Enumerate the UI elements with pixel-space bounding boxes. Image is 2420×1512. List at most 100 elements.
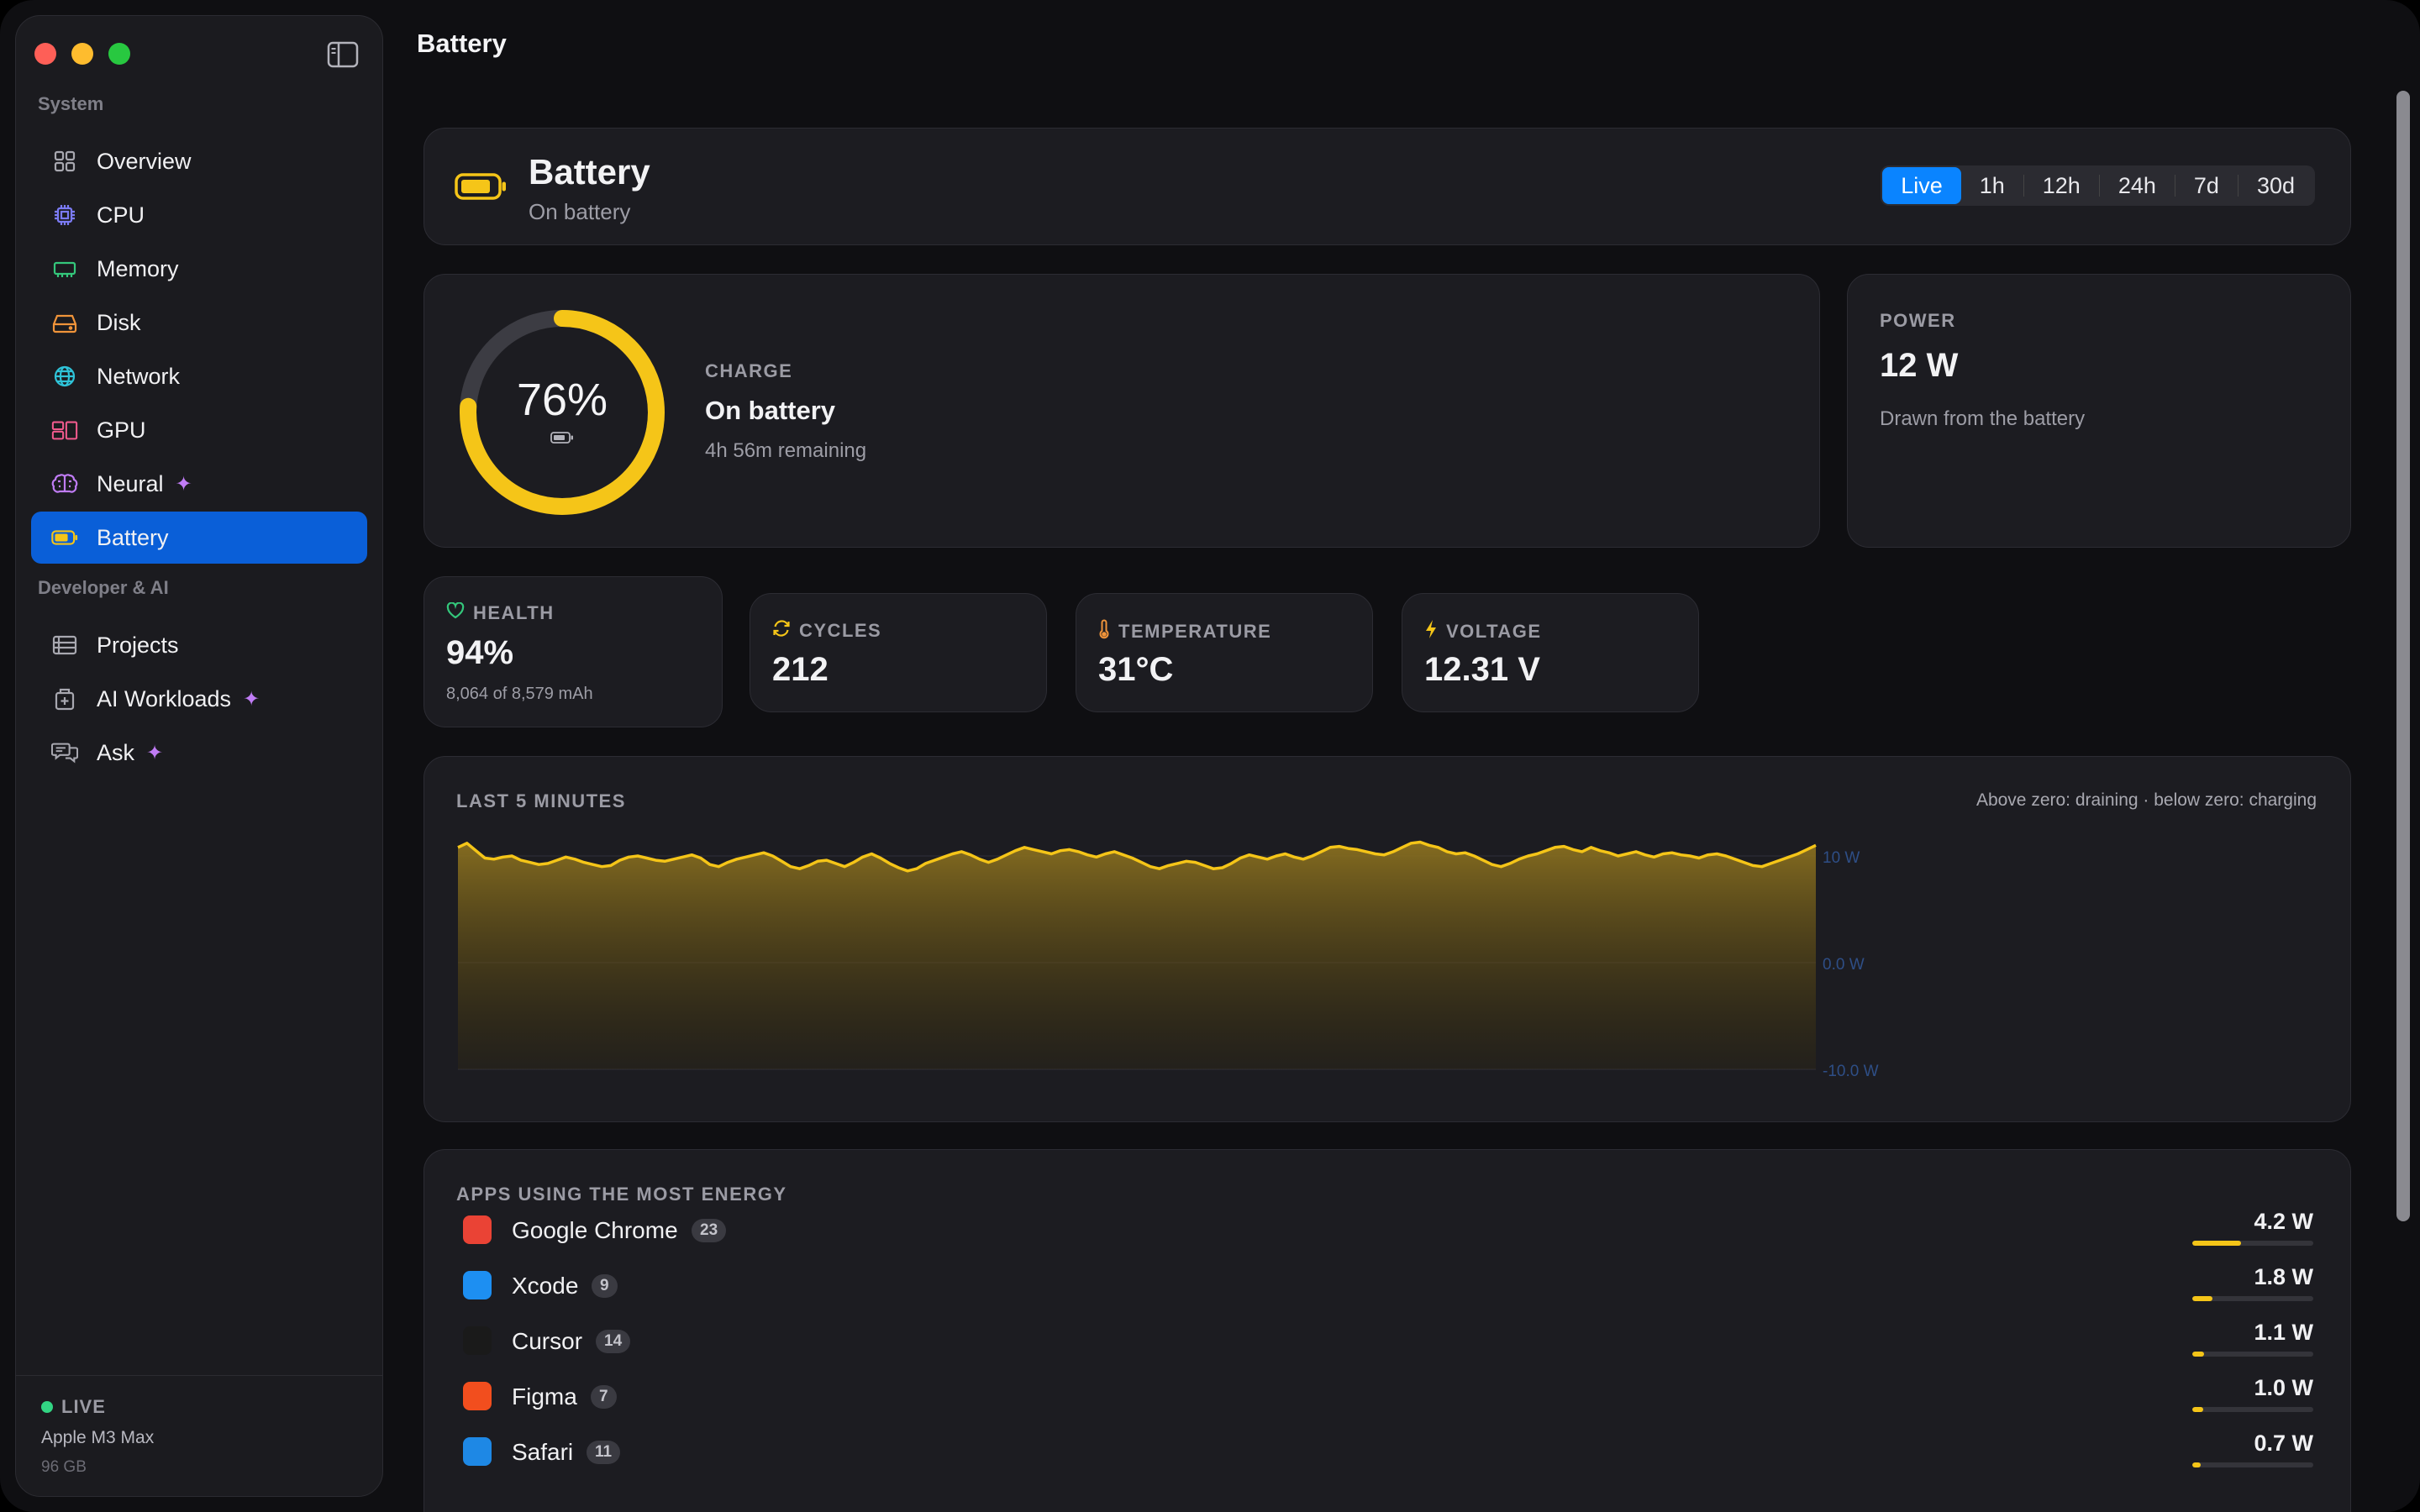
- range-24h-button[interactable]: 24h: [2100, 167, 2175, 204]
- sidebar-item-battery[interactable]: Battery: [31, 512, 367, 564]
- temperature-caption: TEMPERATURE: [1118, 621, 1272, 642]
- power-caption: POWER: [1880, 310, 1956, 331]
- zoom-window-button[interactable]: [108, 43, 130, 65]
- apps-energy-card: APPS USING THE MOST ENERGY Google Chrome…: [424, 1149, 2351, 1512]
- sidebar-footer: LIVE Apple M3 Max 96 GB: [16, 1375, 382, 1496]
- charge-state: On battery: [705, 396, 836, 425]
- sidebar-item-projects[interactable]: Projects: [31, 619, 367, 671]
- minimize-window-button[interactable]: [71, 43, 93, 65]
- disk-icon: [51, 309, 78, 336]
- power-subtitle: Drawn from the battery: [1880, 407, 2086, 430]
- page-title: Battery: [417, 29, 507, 58]
- app-power-bar: [2192, 1241, 2313, 1246]
- cpu-icon: [51, 202, 78, 228]
- live-label: LIVE: [61, 1396, 106, 1417]
- chat-icon: [51, 739, 78, 766]
- sidebar-item-label: Battery: [97, 524, 169, 550]
- apps-caption: APPS USING THE MOST ENERGY: [456, 1184, 787, 1205]
- charge-caption: CHARGE: [705, 360, 793, 381]
- app-power-bar: [2192, 1462, 2313, 1467]
- app-name: Cursor: [512, 1328, 583, 1354]
- process-count-badge: 9: [592, 1274, 618, 1298]
- sidebar-item-network[interactable]: Network: [31, 350, 367, 402]
- cycles-card: CYCLES 212: [750, 593, 1047, 712]
- section-label-system: System: [38, 93, 104, 114]
- cursor-icon: [463, 1326, 492, 1355]
- projects-icon: [51, 632, 78, 659]
- time-remaining: 4h 56m remaining: [705, 439, 867, 462]
- health-card: HEALTH 94% 8,064 of 8,579 mAh: [424, 576, 723, 727]
- sidebar-item-disk[interactable]: Disk: [31, 297, 367, 349]
- sidebar-item-label: GPU: [97, 417, 146, 443]
- close-window-button[interactable]: [34, 43, 56, 65]
- ai-workloads-icon: [51, 685, 78, 712]
- process-count-badge: 11: [587, 1441, 621, 1464]
- app-name: Figma: [512, 1383, 577, 1410]
- window-controls: [34, 43, 130, 65]
- temperature-card: TEMPERATURE 31°C: [1076, 593, 1373, 712]
- app-row[interactable]: Xcode 9 1.8 W: [456, 1264, 2313, 1306]
- heart-icon: [446, 601, 465, 624]
- charge-card: 76% CHARGE On battery 4h 56m remaining: [424, 274, 1820, 548]
- app-power-value: 4.2 W: [2254, 1209, 2313, 1234]
- range-1h-button[interactable]: 1h: [1961, 167, 2023, 204]
- health-caption: HEALTH: [473, 602, 555, 623]
- sparkle-icon: ✦: [243, 687, 260, 711]
- power-history-chart-card: LAST 5 MINUTES Above zero: draining · be…: [424, 756, 2351, 1122]
- sidebar-item-ai-workloads[interactable]: AI Workloads ✦: [31, 673, 367, 725]
- sidebar-item-label: Overview: [97, 148, 192, 174]
- cycles-caption-row: CYCLES: [772, 619, 881, 643]
- sidebar: System Overview CPU Memory Disk Network …: [15, 15, 383, 1497]
- chart-area-fill: [458, 842, 1816, 1069]
- app-row[interactable]: Google Chrome 23 4.2 W: [456, 1209, 2313, 1251]
- app-name: Google Chrome: [512, 1217, 678, 1243]
- figma-icon: [463, 1382, 492, 1410]
- live-status: LIVE: [41, 1396, 357, 1418]
- process-count-badge: 23: [692, 1219, 727, 1242]
- health-caption-row: HEALTH: [446, 601, 555, 624]
- range-live-button[interactable]: Live: [1882, 167, 1961, 204]
- sidebar-item-cpu[interactable]: CPU: [31, 189, 367, 241]
- temperature-caption-row: TEMPERATURE: [1098, 619, 1271, 644]
- app-power-bar-fill: [2192, 1352, 2205, 1357]
- app-row[interactable]: Safari 11 0.7 W: [456, 1431, 2313, 1473]
- health-capacity: 8,064 of 8,579 mAh: [446, 685, 593, 703]
- app-power-bar: [2192, 1352, 2313, 1357]
- sidebar-toggle-icon[interactable]: [327, 41, 359, 68]
- app-row[interactable]: Figma 7 1.0 W: [456, 1375, 2313, 1417]
- y-tick-label: 0.0 W: [1823, 956, 1865, 974]
- power-card: POWER 12 W Drawn from the battery: [1847, 274, 2351, 548]
- range-30d-button[interactable]: 30d: [2238, 167, 2313, 204]
- charge-percent: 76%: [516, 375, 608, 425]
- sidebar-item-label: AI Workloads: [97, 685, 232, 711]
- sidebar-item-label: Memory: [97, 255, 179, 281]
- xcode-icon: [463, 1271, 492, 1299]
- thermometer-icon: [1098, 619, 1110, 644]
- cycles-value: 212: [772, 651, 829, 688]
- chrome-icon: [463, 1215, 492, 1244]
- scrollbar-thumb[interactable]: [2396, 91, 2410, 1221]
- battery-icon: [455, 172, 507, 205]
- y-tick-label: 10 W: [1823, 849, 1860, 867]
- sidebar-item-neural[interactable]: Neural ✦: [31, 458, 367, 510]
- cycles-caption: CYCLES: [799, 620, 882, 641]
- app-power-bar-fill: [2192, 1407, 2203, 1412]
- sidebar-item-overview[interactable]: Overview: [31, 135, 367, 187]
- temperature-value: 31°C: [1098, 651, 1174, 688]
- sidebar-item-ask[interactable]: Ask ✦: [31, 727, 367, 779]
- range-7d-button[interactable]: 7d: [2175, 167, 2238, 204]
- sidebar-item-memory[interactable]: Memory: [31, 243, 367, 295]
- sidebar-item-label: Network: [97, 363, 181, 389]
- status-dot-icon: [41, 1401, 53, 1413]
- header-subtitle: On battery: [529, 199, 631, 224]
- sidebar-item-gpu[interactable]: GPU: [31, 404, 367, 456]
- app-window: System Overview CPU Memory Disk Network …: [0, 0, 2420, 1512]
- app-name: Safari: [512, 1439, 574, 1465]
- range-12h-button[interactable]: 12h: [2024, 167, 2099, 204]
- section-label-developer: Developer & AI: [38, 577, 169, 598]
- time-range-segmented-control: Live 1h 12h 24h 7d 30d: [1881, 165, 2315, 206]
- app-power-bar-fill: [2192, 1296, 2213, 1301]
- small-battery-icon: [550, 431, 574, 449]
- sidebar-item-label: Neural: [97, 470, 164, 496]
- app-row[interactable]: Cursor 14 1.1 W: [456, 1320, 2313, 1362]
